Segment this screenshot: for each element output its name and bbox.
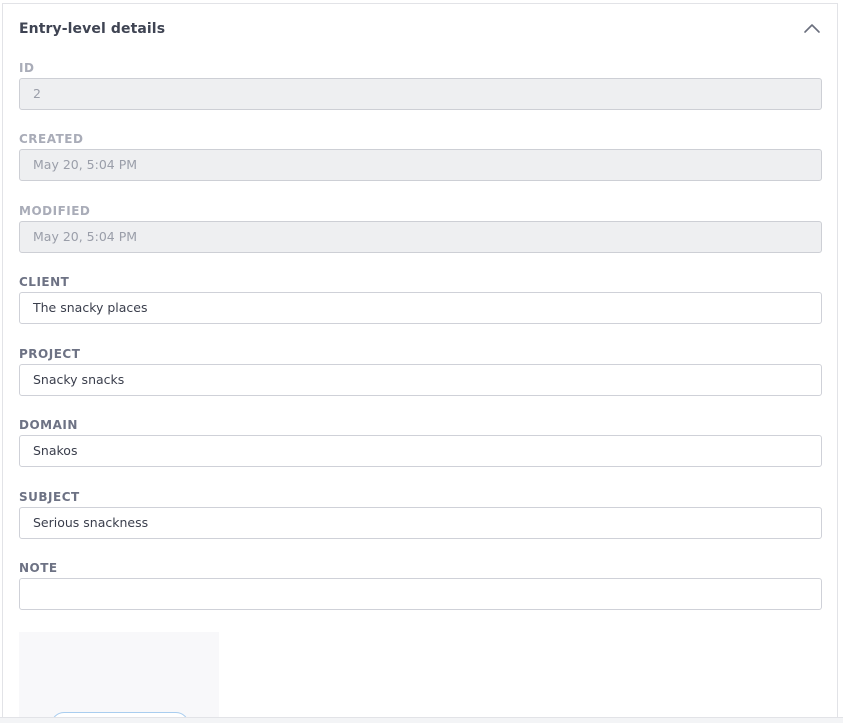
domain-field-group: DOMAIN Snakos bbox=[19, 418, 822, 467]
modified-input: May 20, 5:04 PM bbox=[19, 221, 822, 253]
modified-label: MODIFIED bbox=[19, 204, 91, 218]
note-label: NOTE bbox=[19, 561, 58, 575]
entry-details-panel: Entry-level details ID 2 CREATED May 20,… bbox=[2, 3, 838, 717]
id-label: ID bbox=[19, 61, 35, 75]
client-field-group: CLIENT The snacky places bbox=[19, 275, 822, 324]
subject-input[interactable]: Serious snackness bbox=[19, 507, 822, 539]
domain-label: DOMAIN bbox=[19, 418, 78, 432]
project-input[interactable]: Snacky snacks bbox=[19, 364, 822, 396]
created-input: May 20, 5:04 PM bbox=[19, 149, 822, 181]
project-field-group: PROJECT Snacky snacks bbox=[19, 347, 822, 396]
client-input[interactable]: The snacky places bbox=[19, 292, 822, 324]
created-field-group: CREATED May 20, 5:04 PM bbox=[19, 132, 822, 181]
client-label: CLIENT bbox=[19, 275, 70, 289]
note-field-group: NOTE bbox=[19, 561, 822, 610]
image-placeholder bbox=[19, 632, 219, 717]
id-input: 2 bbox=[19, 78, 822, 110]
panel-title: Entry-level details bbox=[19, 21, 166, 37]
chevron-up-icon bbox=[804, 24, 820, 33]
note-input[interactable] bbox=[19, 578, 822, 610]
domain-input[interactable]: Snakos bbox=[19, 435, 822, 467]
subject-label: SUBJECT bbox=[19, 490, 80, 504]
panel-header[interactable]: Entry-level details bbox=[3, 4, 837, 52]
id-field-group: ID 2 bbox=[19, 61, 822, 110]
collapse-button[interactable] bbox=[803, 20, 821, 36]
created-label: CREATED bbox=[19, 132, 84, 146]
bottom-scroll-strip bbox=[0, 717, 843, 723]
modified-field-group: MODIFIED May 20, 5:04 PM bbox=[19, 204, 822, 253]
project-label: PROJECT bbox=[19, 347, 81, 361]
subject-field-group: SUBJECT Serious snackness bbox=[19, 490, 822, 539]
